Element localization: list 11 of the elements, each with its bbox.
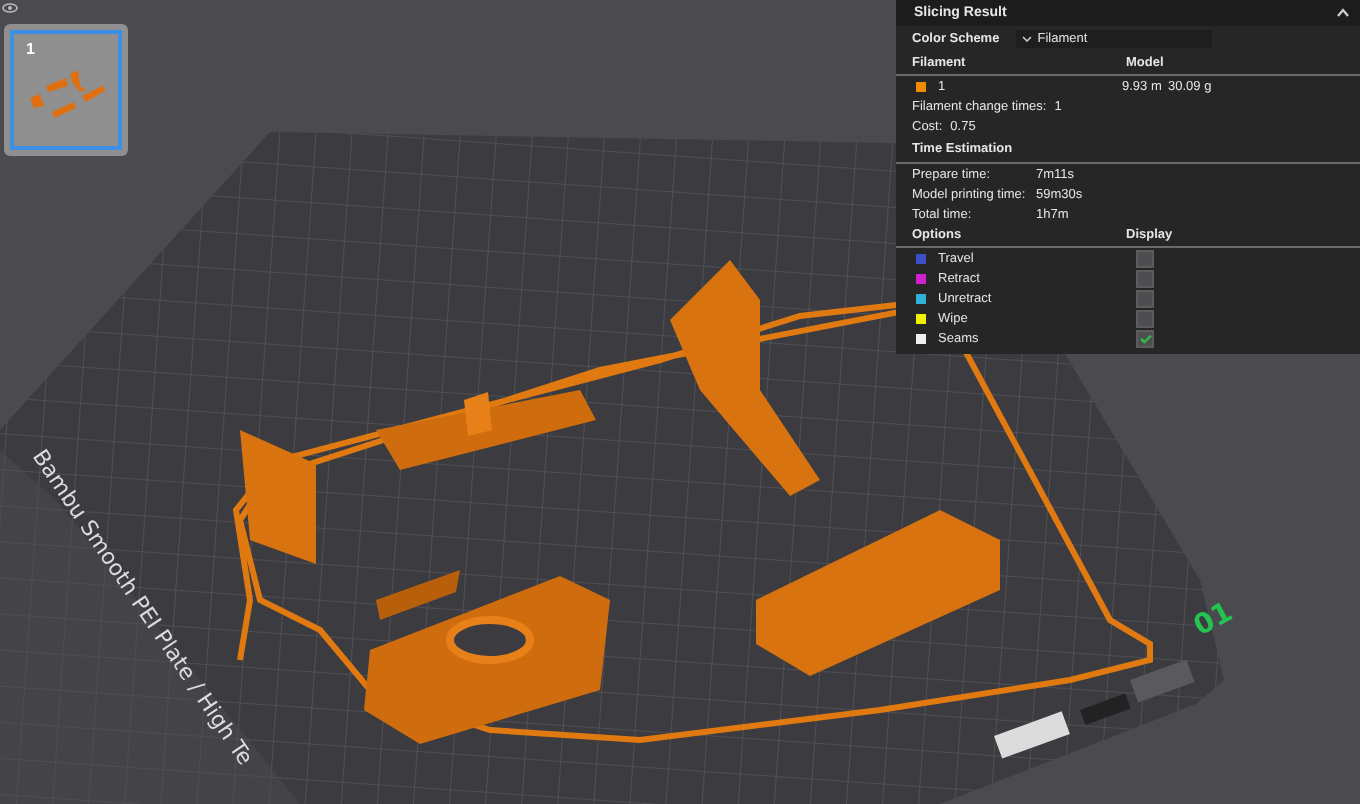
display-checkbox[interactable] <box>1136 289 1154 307</box>
display-checkbox[interactable] <box>1136 329 1154 347</box>
display-checkbox[interactable] <box>1136 309 1154 327</box>
display-checkbox[interactable] <box>1136 269 1154 287</box>
collapse-icon[interactable] <box>1336 8 1350 18</box>
plate-number: 01 <box>1188 596 1239 644</box>
printed-part <box>240 430 316 564</box>
eye-icon[interactable] <box>2 2 18 14</box>
display-checkbox[interactable] <box>1136 249 1154 267</box>
thumbnail-label: 1 <box>26 40 35 58</box>
chevron-down-icon <box>1021 36 1032 42</box>
